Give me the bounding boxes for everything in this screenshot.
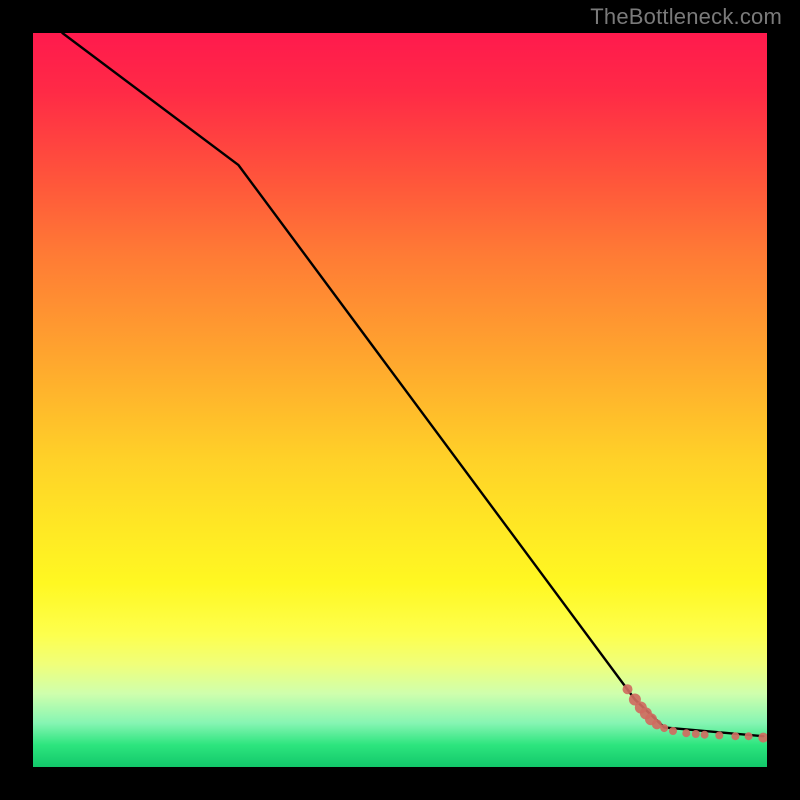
data-point (731, 732, 739, 740)
chart-frame: TheBottleneck.com (0, 0, 800, 800)
data-point (623, 684, 633, 694)
data-point (715, 731, 723, 739)
data-point (745, 732, 753, 740)
curve-line (62, 33, 763, 736)
watermark-label: TheBottleneck.com (590, 4, 782, 30)
data-point (758, 733, 767, 743)
data-point (682, 729, 690, 737)
chart-overlay (33, 33, 767, 767)
data-point (669, 727, 677, 735)
data-point (660, 724, 668, 732)
data-point (692, 730, 700, 738)
data-point (701, 731, 709, 739)
